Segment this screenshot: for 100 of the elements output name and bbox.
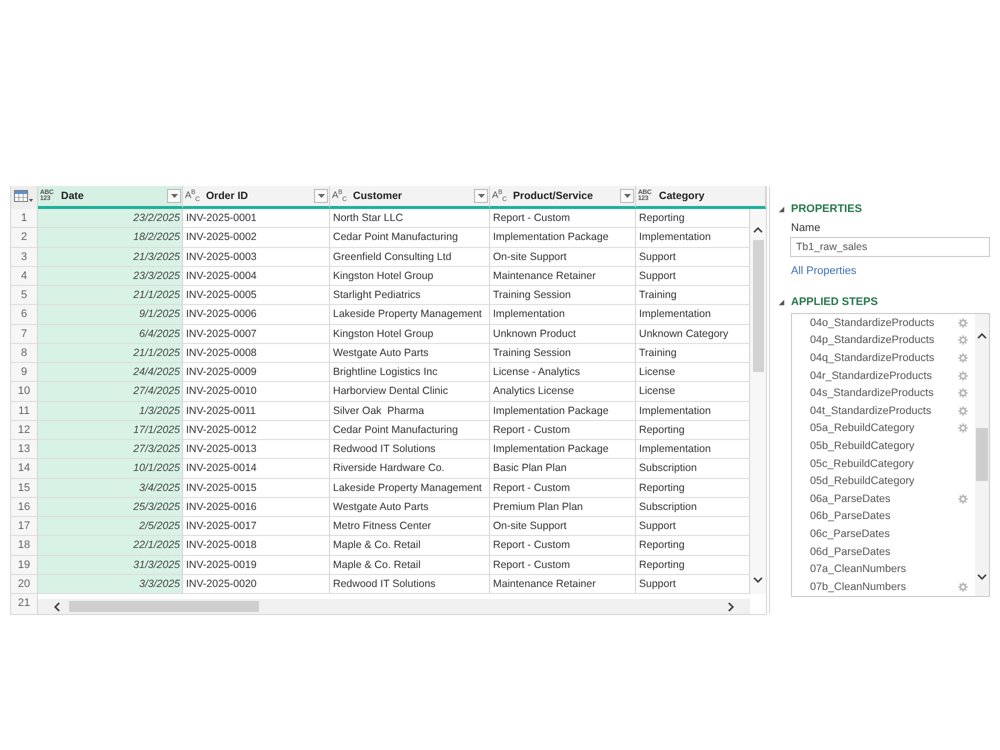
expand-triangle-icon[interactable] bbox=[778, 206, 785, 212]
section-heading: APPLIED STEPS bbox=[791, 296, 878, 308]
table-cell: INV-2025-0014 bbox=[183, 459, 330, 478]
table-cell: Cedar Point Manufacturing bbox=[330, 420, 490, 440]
row-number: 10 bbox=[11, 382, 38, 402]
gear-icon[interactable] bbox=[958, 406, 968, 416]
filter-dropdown-button[interactable] bbox=[474, 189, 488, 203]
table-cell: Support bbox=[636, 266, 750, 286]
table-cell: Reporting bbox=[636, 420, 750, 440]
gear-icon[interactable] bbox=[958, 370, 968, 381]
table-cell: INV-2025-0010 bbox=[183, 382, 330, 402]
applied-step[interactable]: 07a_CleanNumbers bbox=[810, 560, 975, 578]
table-cell: Harborview Dental Clinic bbox=[330, 382, 490, 402]
chevron-up-icon[interactable] bbox=[977, 333, 987, 339]
row-number: 7 bbox=[11, 324, 38, 344]
expand-triangle-icon[interactable] bbox=[778, 298, 785, 306]
table-cell: Support bbox=[636, 517, 750, 536]
table-cell: Implementation bbox=[636, 305, 750, 324]
chevron-up-icon[interactable] bbox=[753, 227, 763, 233]
row-number: 12 bbox=[11, 420, 38, 440]
gear-icon[interactable] bbox=[958, 582, 968, 592]
table-cell: INV-2025-0002 bbox=[183, 228, 330, 248]
filter-dropdown-button[interactable] bbox=[167, 189, 181, 203]
row-number: 21 bbox=[11, 594, 38, 614]
scrollbar-thumb[interactable] bbox=[752, 240, 764, 372]
table-cell: Kingston Hotel Group bbox=[330, 324, 490, 344]
row-number: 16 bbox=[11, 498, 38, 517]
table-cell: Reporting bbox=[636, 536, 750, 556]
gear-icon[interactable] bbox=[958, 352, 968, 363]
vertical-scrollbar[interactable] bbox=[975, 314, 989, 596]
table-cell: Lakeside Property Management bbox=[330, 305, 490, 324]
horizontal-scrollbar[interactable] bbox=[38, 599, 750, 614]
chevron-down-icon[interactable] bbox=[977, 574, 987, 580]
row-number: 17 bbox=[11, 517, 38, 536]
table-cell: On-site Support bbox=[490, 517, 636, 536]
table-cell: INV-2025-0001 bbox=[183, 209, 330, 228]
caret-down-icon bbox=[318, 194, 324, 198]
applied-step[interactable]: 07b_CleanNumbers bbox=[810, 578, 975, 596]
applied-step[interactable]: 04o_StandardizeProducts bbox=[810, 314, 975, 332]
applied-step[interactable]: 04p_StandardizeProducts bbox=[810, 332, 975, 350]
applied-step[interactable]: 06b_ParseDates bbox=[810, 508, 975, 526]
applied-step[interactable]: 04r_StandardizeProducts bbox=[810, 366, 975, 384]
gear-icon[interactable] bbox=[958, 335, 968, 346]
applied-step[interactable]: 04s_StandardizeProducts bbox=[810, 384, 975, 402]
gear-icon[interactable] bbox=[958, 494, 968, 504]
column-header[interactable]: A$^{B}$$_{C}$ Customer bbox=[330, 186, 490, 209]
caret-down-icon bbox=[624, 194, 630, 198]
table-cell: 24/4/2025 bbox=[38, 363, 183, 382]
table-cell: Greenfield Consulting Ltd bbox=[330, 248, 490, 267]
row-number: 1 bbox=[11, 209, 38, 228]
column-header[interactable]: A$^{B}$$_{C}$ Product/Service bbox=[490, 186, 636, 209]
applied-step[interactable]: 04q_StandardizeProducts bbox=[810, 349, 975, 367]
chevron-left-icon[interactable] bbox=[54, 602, 60, 612]
filter-dropdown-button[interactable] bbox=[620, 189, 634, 203]
chevron-right-icon[interactable] bbox=[728, 602, 734, 612]
table-cell: 6/4/2025 bbox=[38, 324, 183, 344]
row-number: 15 bbox=[11, 478, 38, 498]
table-cell: Implementation bbox=[636, 228, 750, 248]
table-cell: INV-2025-0006 bbox=[183, 305, 330, 324]
table-cell: Support bbox=[636, 248, 750, 267]
table-cell: Maple & Co. Retail bbox=[330, 556, 490, 575]
table-cell: Starlight Pediatrics bbox=[330, 286, 490, 306]
gear-icon[interactable] bbox=[958, 423, 968, 434]
table-cell: 27/3/2025 bbox=[38, 440, 183, 460]
applied-step[interactable]: 06c_ParseDates bbox=[810, 525, 975, 543]
applied-step[interactable]: 05d_RebuildCategory bbox=[810, 472, 975, 490]
name-input[interactable]: Tb1_raw_sales bbox=[790, 237, 990, 257]
table-cell: 9/1/2025 bbox=[38, 305, 183, 324]
table-cell: INV-2025-0018 bbox=[183, 536, 330, 556]
scrollbar-thumb[interactable] bbox=[69, 601, 259, 612]
filter-dropdown-button[interactable] bbox=[314, 189, 328, 203]
table-cell: Training bbox=[636, 286, 750, 306]
gear-icon[interactable] bbox=[958, 388, 968, 398]
column-header[interactable]: A$^{B}$$_{C}$ Order ID bbox=[183, 186, 330, 209]
table-cell: 3/3/2025 bbox=[38, 574, 183, 594]
all-properties-link[interactable]: All Properties bbox=[791, 264, 856, 278]
table-cell: INV-2025-0016 bbox=[183, 498, 330, 517]
table-cell: Cedar Point Manufacturing bbox=[330, 228, 490, 248]
applied-step[interactable]: 05a_RebuildCategory bbox=[810, 420, 975, 438]
applied-step[interactable]: 05c_RebuildCategory bbox=[810, 454, 975, 472]
table-cell: 27/4/2025 bbox=[38, 382, 183, 402]
row-number: 2 bbox=[11, 228, 38, 248]
row-number: 20 bbox=[11, 574, 38, 594]
row-number: 9 bbox=[11, 363, 38, 382]
applied-step[interactable]: 05b_RebuildCategory bbox=[810, 437, 975, 455]
table-cell: INV-2025-0017 bbox=[183, 517, 330, 536]
row-number: 5 bbox=[11, 286, 38, 306]
table-cell: INV-2025-0012 bbox=[183, 420, 330, 440]
table-menu-button[interactable] bbox=[11, 186, 38, 209]
applied-step[interactable]: 04t_StandardizeProducts bbox=[810, 402, 975, 420]
vertical-scrollbar[interactable] bbox=[750, 209, 766, 594]
chevron-down-icon[interactable] bbox=[753, 577, 763, 583]
table-cell: INV-2025-0013 bbox=[183, 440, 330, 460]
table-cell: 23/3/2025 bbox=[38, 266, 183, 286]
applied-step[interactable]: 06d_ParseDates bbox=[810, 542, 975, 560]
scrollbar-thumb[interactable] bbox=[976, 428, 988, 481]
table-cell: Unknown Category bbox=[636, 324, 750, 344]
applied-step[interactable]: 06a_ParseDates bbox=[810, 490, 975, 508]
gear-icon[interactable] bbox=[958, 318, 968, 328]
caret-down-icon bbox=[170, 194, 178, 198]
